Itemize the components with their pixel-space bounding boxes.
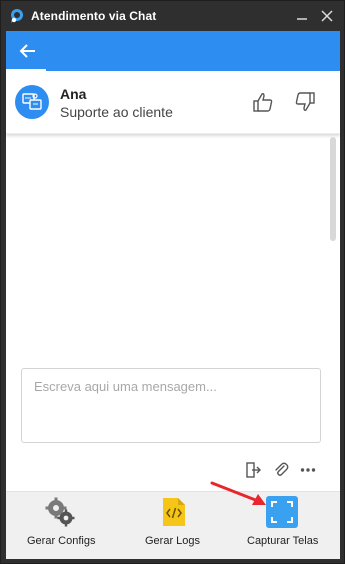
rate-negative-button[interactable] <box>294 91 316 113</box>
back-button[interactable] <box>18 41 38 61</box>
generate-logs-button[interactable]: Gerar Logs <box>131 492 211 560</box>
attach-button[interactable] <box>272 461 290 479</box>
agent-avatar <box>15 85 49 119</box>
thumbs-down-icon <box>295 92 315 111</box>
paperclip-icon <box>275 462 289 476</box>
generate-configs-label: Gerar Configs <box>27 535 96 547</box>
annotation-arrow-icon <box>210 481 266 505</box>
support-chat-icon <box>22 93 42 110</box>
tools-bar: Gerar Configs Gerar Logs Capturar Telas <box>6 491 340 559</box>
scrollbar-thumb[interactable] <box>330 137 336 241</box>
capture-screens-label: Capturar Telas <box>247 535 319 547</box>
minimize-icon[interactable] <box>293 7 311 25</box>
nav-bar <box>6 31 340 71</box>
generate-configs-button[interactable]: Gerar Configs <box>18 492 108 560</box>
agent-name: Ana <box>60 86 87 102</box>
rate-positive-button[interactable] <box>252 91 274 113</box>
agent-role: Suporte ao cliente <box>60 104 173 120</box>
chat-window: Atendimento via Chat Ana Suporte ao clie… <box>0 0 345 564</box>
agent-card: Ana Suporte ao cliente <box>6 71 340 134</box>
app-logo-icon <box>11 9 23 23</box>
title-bar[interactable]: Atendimento via Chat <box>1 1 344 31</box>
exit-icon <box>246 462 261 478</box>
message-scrollbar[interactable] <box>330 137 336 427</box>
generate-logs-label: Gerar Logs <box>145 535 201 547</box>
more-icon <box>300 468 316 472</box>
close-icon[interactable] <box>318 7 336 25</box>
thumbs-up-icon <box>253 93 273 112</box>
gear-icon <box>45 497 75 527</box>
arrow-left-icon <box>19 44 35 58</box>
more-options-button[interactable] <box>299 461 317 479</box>
message-input[interactable] <box>21 368 321 443</box>
code-file-icon <box>163 498 185 526</box>
chat-panel: Ana Suporte ao cliente <box>6 71 340 491</box>
window-title: Atendimento via Chat <box>31 9 157 23</box>
exit-button[interactable] <box>244 461 262 479</box>
